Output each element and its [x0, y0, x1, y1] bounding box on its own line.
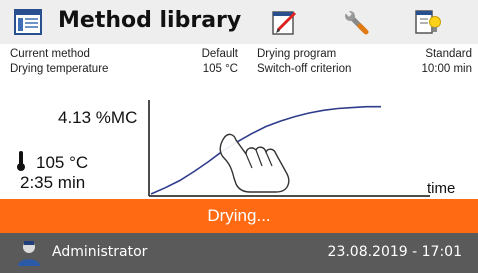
switch-off-criterion-label: Switch-off criterion — [257, 63, 352, 75]
temperature-readout: 105 °C — [36, 153, 89, 172]
current-method-value: Default — [201, 48, 238, 60]
drying-program-label: Drying program — [257, 48, 337, 60]
thermometer-icon — [17, 151, 25, 171]
touch-hand-icon — [219, 133, 290, 193]
drying-temperature-value: 105 °C — [202, 63, 238, 75]
settings-wrench-icon[interactable] — [342, 8, 370, 36]
footer-bar: Administrator 23.08.2019 - 17:01 — [0, 233, 478, 273]
date-time: 23.08.2019 - 17:01 — [327, 244, 462, 260]
moisture-content-readout: 4.13 %MC — [58, 108, 138, 127]
elapsed-time-readout: 2:35 min — [20, 173, 86, 192]
header-bar: Method library — [0, 0, 478, 44]
switch-off-criterion-value: 10:00 min — [421, 63, 472, 75]
page-title: Method library — [58, 8, 242, 33]
drying-temperature-label: Drying temperature — [10, 63, 109, 75]
status-bar: Drying... — [0, 199, 478, 233]
library-icon[interactable] — [14, 8, 42, 36]
current-method-label: Current method — [10, 48, 90, 60]
status-text: Drying... — [207, 206, 271, 225]
thermometer-lamp-icon[interactable] — [414, 8, 442, 36]
user-avatar-icon[interactable] — [16, 239, 42, 267]
x-axis-label: time — [427, 180, 456, 197]
user-name[interactable]: Administrator — [52, 244, 147, 260]
drying-program-value: Standard — [425, 48, 472, 60]
edit-method-icon[interactable] — [270, 8, 298, 36]
